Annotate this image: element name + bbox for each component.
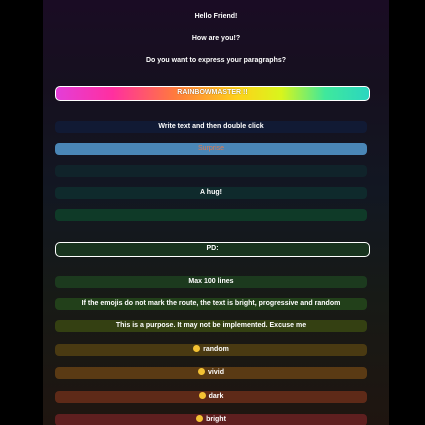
row-label: This is a purpose. It may not be impleme… bbox=[115, 322, 307, 329]
smiling-face-icon bbox=[198, 368, 206, 375]
empty-row[interactable] bbox=[55, 165, 367, 177]
row-label: A hug! bbox=[200, 189, 222, 196]
dark-mode-button[interactable]: dark bbox=[55, 391, 367, 403]
purpose-row[interactable]: This is a purpose. It may not be impleme… bbox=[55, 320, 367, 332]
prompt-text: Do you want to express your paragraphs? bbox=[145, 57, 287, 64]
row-label: bright bbox=[206, 416, 226, 423]
smiling-face-icon bbox=[198, 392, 206, 399]
random-mode-button[interactable]: random bbox=[55, 344, 367, 356]
pd-button[interactable]: PD: bbox=[55, 242, 370, 257]
grinning-face-icon bbox=[193, 345, 201, 352]
emoji-info-row[interactable]: If the emojis do not mark the route, the… bbox=[55, 298, 367, 310]
bright-mode-button[interactable]: bright bbox=[55, 414, 367, 425]
rainbow-master-button[interactable]: RAINBOWMASTER !! bbox=[55, 86, 370, 101]
row-label: If the emojis do not mark the route, the… bbox=[81, 300, 341, 307]
surprise-row[interactable]: Surprise bbox=[55, 143, 367, 155]
row-label: Max 100 lines bbox=[188, 278, 234, 285]
greeting-text: Hello Friend! bbox=[194, 13, 238, 20]
smiling-face-icon bbox=[196, 415, 204, 422]
question-text: How are you!? bbox=[191, 35, 241, 42]
vivid-mode-button[interactable]: vivid bbox=[55, 367, 367, 379]
row-label: vivid bbox=[208, 369, 224, 376]
row-label: Write text and then double click bbox=[158, 123, 264, 130]
row-label: Surprise bbox=[197, 145, 225, 152]
empty-row[interactable] bbox=[55, 209, 367, 221]
instruction-row[interactable]: Write text and then double click bbox=[55, 121, 367, 133]
max-lines-row[interactable]: Max 100 lines bbox=[55, 276, 367, 288]
main-panel: Hello Friend! How are you!? Do you want … bbox=[43, 0, 389, 425]
row-label: dark bbox=[208, 393, 224, 400]
row-label: random bbox=[203, 346, 229, 353]
hug-row[interactable]: A hug! bbox=[55, 187, 367, 199]
